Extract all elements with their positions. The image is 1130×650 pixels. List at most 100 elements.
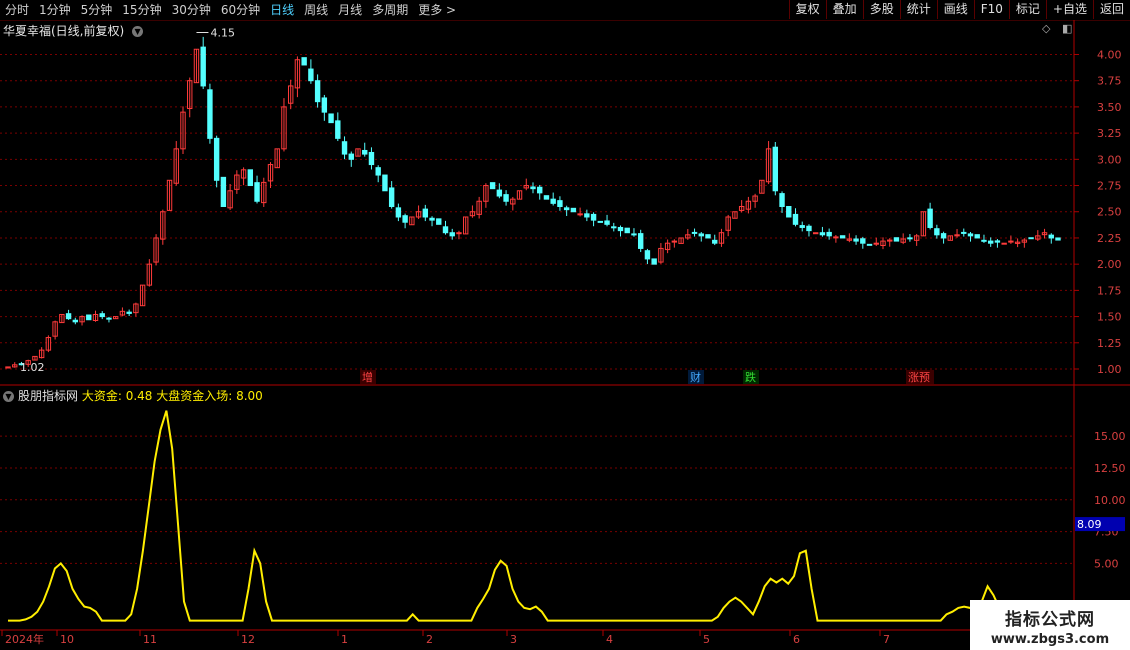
high-label: 4.15 xyxy=(210,27,235,40)
candle-body xyxy=(308,68,314,82)
event-marker-bg xyxy=(688,370,704,384)
event-marker: 跌 xyxy=(745,370,756,384)
candle-body xyxy=(267,164,274,182)
candle-body xyxy=(79,316,85,323)
candle-body xyxy=(362,149,368,155)
indicator-title[interactable]: ▼ 股朋指标网 大资金: 0.48 大盘资金入场: 8.00 xyxy=(3,387,263,404)
stock-title-label: 华夏幸福(日线,前复权) xyxy=(3,24,125,38)
candle-body xyxy=(25,360,31,365)
tab-6[interactable]: 日线 xyxy=(265,0,299,20)
tool-button-0[interactable]: 复权 xyxy=(788,0,826,19)
tab-10[interactable]: 更多 > xyxy=(413,0,461,20)
tab-0[interactable]: 分时 xyxy=(0,0,34,20)
candle-body xyxy=(853,238,859,242)
candle-body xyxy=(72,319,79,323)
candle-body xyxy=(456,232,462,235)
candle-body xyxy=(523,185,529,189)
xaxis-label: 7 xyxy=(883,633,890,646)
panel-toggle-icon[interactable]: ◧ xyxy=(1062,22,1072,35)
candle-body xyxy=(415,211,422,218)
candle-body xyxy=(516,190,523,200)
price-tick-label: 1.25 xyxy=(1097,337,1122,350)
candle-body xyxy=(725,216,731,231)
event-marker: 涨预 xyxy=(908,371,930,384)
candle-body xyxy=(462,216,469,235)
tab-5[interactable]: 60分钟 xyxy=(216,0,265,20)
candle-body xyxy=(388,187,395,207)
candle-body xyxy=(893,237,900,242)
tab-1[interactable]: 1分钟 xyxy=(34,0,76,20)
candle-body xyxy=(1028,237,1034,240)
tab-3[interactable]: 15分钟 xyxy=(117,0,166,20)
candle-body xyxy=(718,232,725,244)
candle-body xyxy=(133,303,139,314)
tool-button-7[interactable]: +自选 xyxy=(1045,0,1093,19)
stock-title[interactable]: 华夏幸福(日线,前复权) ▼ xyxy=(3,22,144,39)
candle-body xyxy=(799,225,805,228)
xaxis-label: 4 xyxy=(606,633,613,646)
tool-button-4[interactable]: 画线 xyxy=(936,0,974,19)
tab-8[interactable]: 月线 xyxy=(333,0,367,20)
candle-body xyxy=(166,179,173,211)
candle-body xyxy=(375,167,381,176)
candle-body xyxy=(18,363,25,366)
candle-body xyxy=(658,247,664,263)
candle-body xyxy=(59,313,65,324)
candle-body xyxy=(146,263,153,286)
candle-body xyxy=(489,182,496,190)
tool-button-8[interactable]: 返回 xyxy=(1092,0,1130,19)
candle-body xyxy=(664,242,671,251)
candle-body xyxy=(584,213,590,218)
candle-body xyxy=(45,337,52,351)
watermark-logo: 指标公式网 www.zbgs3.com xyxy=(970,600,1130,650)
candle-body xyxy=(678,237,684,244)
candle-body xyxy=(476,200,482,215)
candle-body xyxy=(139,284,146,307)
indicator-name: 股朋指标网 xyxy=(18,389,79,403)
tool-button-6[interactable]: 标记 xyxy=(1008,0,1046,19)
xaxis-label: 5 xyxy=(703,633,710,646)
current-value-box xyxy=(1075,517,1125,532)
chart-canvas: 4.00 3.75 3.50 3.25 3.00 2.75 2.50 2.25 2.00 1.75… xyxy=(0,20,1130,650)
candle-body xyxy=(752,195,758,202)
tool-button-3[interactable]: 统计 xyxy=(899,0,937,19)
candle-body xyxy=(301,57,307,66)
tab-4[interactable]: 30分钟 xyxy=(167,0,216,20)
candle-body xyxy=(449,232,455,237)
candle-body xyxy=(705,234,711,239)
candle-body xyxy=(52,321,58,337)
period-tabs: 分时 1分钟 5分钟 15分钟 30分钟 60分钟 日线 周线 月线 多周期 更多 > xyxy=(0,0,461,20)
candle-body xyxy=(530,186,536,190)
candle-body xyxy=(981,239,987,242)
candle-body xyxy=(281,106,287,150)
candle-body xyxy=(961,231,967,234)
candle-body xyxy=(860,238,866,244)
candle-body xyxy=(92,313,99,321)
indicator-values: 大资金: 0.48 大盘资金入场: 8.00 xyxy=(81,389,263,403)
indicator-tick-label: 15.00 xyxy=(1094,430,1126,443)
candle-body xyxy=(187,80,193,110)
diamond-icon[interactable]: ◇ xyxy=(1042,22,1050,35)
tool-button-2[interactable]: 多股 xyxy=(862,0,900,19)
candle-body xyxy=(200,46,206,87)
tab-2[interactable]: 5分钟 xyxy=(76,0,118,20)
tab-9[interactable]: 多周期 xyxy=(367,0,413,20)
candle-body xyxy=(611,226,617,229)
tool-button-1[interactable]: 叠加 xyxy=(825,0,863,19)
tab-7[interactable]: 周线 xyxy=(299,0,333,20)
candle-body xyxy=(557,200,563,207)
candle-body xyxy=(940,233,947,239)
candle-body xyxy=(974,234,980,239)
candle-body xyxy=(12,364,18,368)
candle-body xyxy=(631,233,637,236)
candle-body xyxy=(153,237,159,263)
candle-body xyxy=(355,148,361,157)
candle-body xyxy=(119,310,126,316)
chevron-down-icon[interactable]: ▼ xyxy=(3,391,14,402)
indicator-tick-label: 5.00 xyxy=(1094,557,1119,570)
price-tick-label: 1.75 xyxy=(1097,284,1122,297)
candle-body xyxy=(543,195,550,200)
tool-button-5[interactable]: F10 xyxy=(973,0,1009,19)
candle-body xyxy=(698,233,704,237)
chevron-down-icon[interactable]: ▼ xyxy=(132,26,144,37)
